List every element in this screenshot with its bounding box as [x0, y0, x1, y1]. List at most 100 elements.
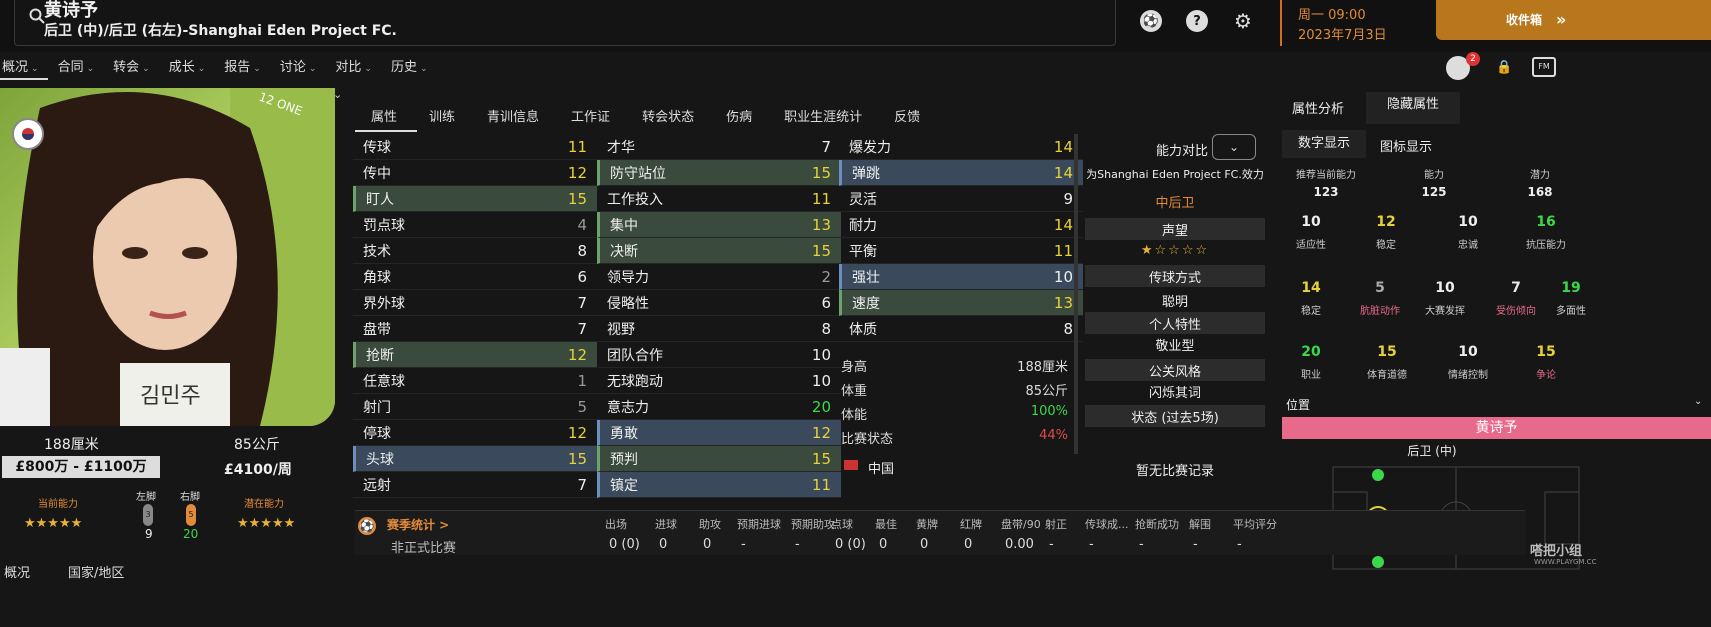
season-value: 0 [920, 537, 929, 552]
hidden-attribute[interactable]: 15 争论 [1511, 344, 1581, 381]
chevron-down-icon[interactable]: ⌄ [1694, 396, 1702, 407]
attribute-row[interactable]: 头球 15 [353, 446, 597, 472]
hidden-attribute[interactable]: 10 忠诚 [1433, 214, 1503, 251]
footer-nation[interactable]: 国家/地区 [68, 562, 124, 581]
attribute-row[interactable]: 速度 13 [839, 290, 1083, 316]
reputation-button[interactable]: 声望 [1085, 218, 1265, 240]
attribute-row[interactable]: 防守站位 15 [597, 160, 841, 186]
pass-style-button[interactable]: 传球方式 [1085, 265, 1265, 287]
attribute-name: 工作投入 [607, 191, 663, 208]
attribute-row[interactable]: 传球 11 [353, 134, 597, 160]
nav-item-0[interactable]: 概况 ⌄ [2, 56, 39, 78]
attribute-row[interactable]: 镇定 11 [597, 472, 841, 498]
hidden-attribute[interactable]: 12 稳定 [1351, 214, 1421, 251]
lock-icon[interactable]: 🔒 [1496, 60, 1512, 75]
inbox-label: 收件箱 [1506, 12, 1543, 27]
tab-number-display[interactable]: 数字显示 [1282, 130, 1366, 158]
attribute-row[interactable]: 意志力 20 [597, 394, 841, 420]
hidden-attribute[interactable]: 19 多面性 [1536, 280, 1606, 317]
nav-item-2[interactable]: 转会 ⌄ [113, 56, 150, 78]
attribute-row[interactable]: 界外球 7 [353, 290, 597, 316]
season-header: 红牌 [960, 518, 982, 531]
attribute-row[interactable]: 预判 15 [597, 446, 841, 472]
attribute-row[interactable]: 决断 15 [597, 238, 841, 264]
summary-value: 168 [1527, 185, 1553, 199]
attribute-row[interactable]: 爆发力 14 [839, 134, 1083, 160]
attribute-row[interactable]: 抢断 12 [353, 342, 597, 368]
gear-icon[interactable]: ⚙ [1232, 9, 1254, 33]
hidden-attribute[interactable]: 10 情绪控制 [1433, 344, 1503, 381]
attribute-row[interactable]: 领导力 2 [597, 264, 841, 290]
hidden-attribute[interactable]: 10 适应性 [1276, 214, 1346, 251]
hidden-attribute[interactable]: 14 稳定 [1276, 280, 1346, 317]
attribute-row[interactable]: 强壮 10 [839, 264, 1083, 290]
inbox-button[interactable]: 收件箱 » [1436, 0, 1711, 40]
nav-item-6[interactable]: 对比 ⌄ [335, 56, 372, 78]
attribute-row[interactable]: 团队合作 10 [597, 342, 841, 368]
hidden-attribute[interactable]: 15 体育道德 [1352, 344, 1422, 381]
attribute-row[interactable]: 盯人 15 [353, 186, 597, 212]
nav-item-4[interactable]: 报告 ⌄ [224, 56, 261, 78]
hidden-attribute-value: 10 [1301, 214, 1321, 230]
nav-item-5[interactable]: 讨论 ⌄ [280, 56, 317, 78]
info-value: 85公斤 [1025, 384, 1068, 399]
tab-0[interactable]: 属性 [355, 96, 413, 130]
tab-4[interactable]: 转会状态 [626, 96, 710, 130]
attribute-row[interactable]: 技术 8 [353, 238, 597, 264]
attribute-row[interactable]: 体质 8 [839, 316, 1083, 342]
hidden-attribute[interactable]: 20 职业 [1276, 344, 1346, 381]
attribute-row[interactable]: 才华 7 [597, 134, 841, 160]
notification-badge: 2 [1466, 52, 1480, 66]
compare-dropdown[interactable]: ⌄ [1212, 134, 1256, 160]
search-icon[interactable] [29, 8, 45, 28]
nav-item-3[interactable]: 成长 ⌄ [169, 56, 206, 78]
attribute-value: 8 [821, 319, 831, 338]
attribute-row[interactable]: 传中 12 [353, 160, 597, 186]
help-icon[interactable]: ? [1186, 10, 1208, 32]
attribute-row[interactable]: 射门 5 [353, 394, 597, 420]
tab-3[interactable]: 工作证 [555, 96, 626, 130]
attribute-value: 15 [567, 189, 587, 208]
tab-7[interactable]: 反馈 [878, 96, 936, 130]
season-value: - [741, 537, 746, 552]
attribute-row[interactable]: 无球跑动 10 [597, 368, 841, 394]
traits-button[interactable]: 个人特性 [1085, 312, 1265, 334]
hidden-attribute[interactable]: 16 抗压能力 [1511, 214, 1581, 251]
tab-6[interactable]: 职业生涯统计 [768, 96, 878, 130]
nav-item-7[interactable]: 历史 ⌄ [391, 56, 428, 78]
attribute-row[interactable]: 盘带 7 [353, 316, 597, 342]
attribute-row[interactable]: 侵略性 6 [597, 290, 841, 316]
attribute-row[interactable]: 停球 12 [353, 420, 597, 446]
tab-2[interactable]: 青训信息 [471, 96, 555, 130]
attribute-row[interactable]: 弹跳 14 [839, 160, 1083, 186]
tab-1[interactable]: 训练 [413, 96, 471, 130]
attribute-row[interactable]: 角球 6 [353, 264, 597, 290]
attribute-row[interactable]: 耐力 14 [839, 212, 1083, 238]
date-block[interactable]: 周一 09:00 2023年7月3日 [1280, 0, 1430, 46]
tab-hidden-attributes[interactable]: 隐藏属性 [1366, 92, 1460, 124]
season-title[interactable]: 赛季统计 > [387, 516, 449, 533]
attribute-row[interactable]: 罚点球 4 [353, 212, 597, 238]
attribute-row[interactable]: 任意球 1 [353, 368, 597, 394]
footer-overview[interactable]: 概况 [4, 562, 30, 581]
hidden-attribute[interactable]: 10 大赛发挥 [1410, 280, 1480, 317]
tab-icon-display[interactable]: 图标显示 [1380, 136, 1432, 155]
attribute-row[interactable]: 灵活 9 [839, 186, 1083, 212]
scrollbar[interactable] [1074, 134, 1078, 454]
attribute-row[interactable]: 平衡 11 [839, 238, 1083, 264]
hidden-attribute[interactable]: 5 肮脏动作 [1345, 280, 1415, 317]
attribute-row[interactable]: 集中 13 [597, 212, 841, 238]
watermark-url: WWW.PLAYGM.CC [1534, 558, 1597, 566]
attribute-row[interactable]: 视野 8 [597, 316, 841, 342]
tab-5[interactable]: 伤病 [710, 96, 768, 130]
attribute-row[interactable]: 工作投入 11 [597, 186, 841, 212]
attribute-row[interactable]: 远射 7 [353, 472, 597, 498]
media-button[interactable]: 公关风格 [1085, 359, 1265, 381]
form-button[interactable]: 状态 (过去5场) [1085, 405, 1265, 427]
club-badge-icon[interactable]: ⚽ [1140, 10, 1162, 32]
nav-item-1[interactable]: 合同 ⌄ [58, 56, 95, 78]
fm-logo-icon[interactable]: FM [1532, 57, 1556, 77]
tab-attribute-analysis[interactable]: 属性分析 [1292, 98, 1344, 117]
attribute-row[interactable]: 勇敢 12 [597, 420, 841, 446]
attribute-value: 4 [577, 215, 587, 234]
